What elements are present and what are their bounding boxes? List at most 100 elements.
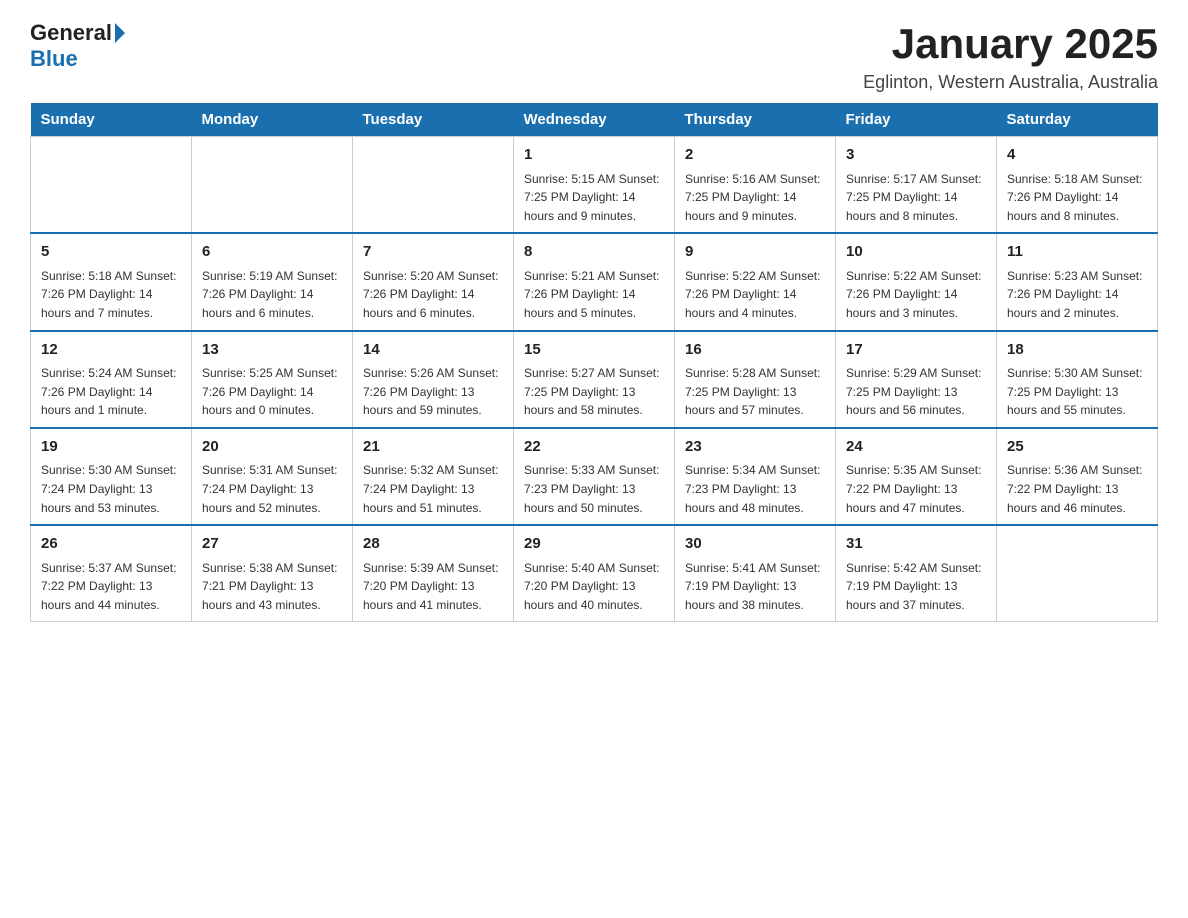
day-number: 15: [524, 339, 664, 362]
calendar-cell: 24Sunrise: 5:35 AM Sunset: 7:22 PM Dayli…: [836, 428, 997, 525]
day-info: Sunrise: 5:23 AM Sunset: 7:26 PM Dayligh…: [1007, 267, 1147, 323]
calendar-cell: [192, 137, 353, 234]
header-friday: Friday: [836, 103, 997, 137]
header-tuesday: Tuesday: [353, 103, 514, 137]
day-number: 16: [685, 339, 825, 362]
title-area: January 2025 Eglinton, Western Australia…: [863, 20, 1158, 93]
logo-text: General: [30, 20, 128, 46]
calendar-cell: [997, 525, 1158, 622]
day-number: 29: [524, 533, 664, 556]
day-number: 2: [685, 144, 825, 167]
calendar-cell: 5 Sunrise: 5:18 AM Sunset: 7:26 PM Daylig…: [31, 233, 192, 330]
calendar-header-row: SundayMondayTuesdayWednesdayThursdayFrid…: [31, 103, 1158, 137]
day-number: 20: [202, 436, 342, 459]
calendar-week-row: 1 Sunrise: 5:15 AM Sunset: 7:25 PM Daylig…: [31, 137, 1158, 234]
calendar-cell: 19Sunrise: 5:30 AM Sunset: 7:24 PM Dayli…: [31, 428, 192, 525]
logo: General Blue: [30, 20, 128, 72]
day-info: Sunrise: 5:29 AM Sunset: 7:25 PM Dayligh…: [846, 364, 986, 420]
day-info: Sunrise: 5:21 AM Sunset: 7:26 PM Dayligh…: [524, 267, 664, 323]
day-info: Sunrise: 5:36 AM Sunset: 7:22 PM Dayligh…: [1007, 461, 1147, 517]
calendar-cell: 20Sunrise: 5:31 AM Sunset: 7:24 PM Dayli…: [192, 428, 353, 525]
calendar-cell: 16Sunrise: 5:28 AM Sunset: 7:25 PM Dayli…: [675, 331, 836, 428]
day-info: Sunrise: 5:16 AM Sunset: 7:25 PM Dayligh…: [685, 170, 825, 226]
day-info: Sunrise: 5:37 AM Sunset: 7:22 PM Dayligh…: [41, 559, 181, 615]
day-number: 17: [846, 339, 986, 362]
day-number: 27: [202, 533, 342, 556]
day-number: 13: [202, 339, 342, 362]
day-info: Sunrise: 5:34 AM Sunset: 7:23 PM Dayligh…: [685, 461, 825, 517]
calendar-cell: 2 Sunrise: 5:16 AM Sunset: 7:25 PM Daylig…: [675, 137, 836, 234]
calendar-cell: 4 Sunrise: 5:18 AM Sunset: 7:26 PM Daylig…: [997, 137, 1158, 234]
day-number: 30: [685, 533, 825, 556]
calendar-cell: 28Sunrise: 5:39 AM Sunset: 7:20 PM Dayli…: [353, 525, 514, 622]
calendar-cell: 8 Sunrise: 5:21 AM Sunset: 7:26 PM Daylig…: [514, 233, 675, 330]
day-info: Sunrise: 5:27 AM Sunset: 7:25 PM Dayligh…: [524, 364, 664, 420]
page-header: General Blue January 2025 Eglinton, West…: [30, 20, 1158, 93]
location-text: Eglinton, Western Australia, Australia: [863, 72, 1158, 93]
day-number: 18: [1007, 339, 1147, 362]
day-number: 3: [846, 144, 986, 167]
calendar-cell: 7Sunrise: 5:20 AM Sunset: 7:26 PM Daylig…: [353, 233, 514, 330]
day-number: 5: [41, 241, 181, 264]
day-info: Sunrise: 5:31 AM Sunset: 7:24 PM Dayligh…: [202, 461, 342, 517]
day-info: Sunrise: 5:19 AM Sunset: 7:26 PM Dayligh…: [202, 267, 342, 323]
day-info: Sunrise: 5:17 AM Sunset: 7:25 PM Dayligh…: [846, 170, 986, 226]
day-number: 14: [363, 339, 503, 362]
day-info: Sunrise: 5:30 AM Sunset: 7:24 PM Dayligh…: [41, 461, 181, 517]
day-number: 25: [1007, 436, 1147, 459]
logo-general: General: [30, 20, 112, 46]
day-number: 8: [524, 241, 664, 264]
day-info: Sunrise: 5:42 AM Sunset: 7:19 PM Dayligh…: [846, 559, 986, 615]
calendar-cell: 30 Sunrise: 5:41 AM Sunset: 7:19 PM Dayli…: [675, 525, 836, 622]
calendar-cell: 29 Sunrise: 5:40 AM Sunset: 7:20 PM Dayli…: [514, 525, 675, 622]
day-number: 10: [846, 241, 986, 264]
day-number: 22: [524, 436, 664, 459]
calendar-cell: 3 Sunrise: 5:17 AM Sunset: 7:25 PM Daylig…: [836, 137, 997, 234]
day-info: Sunrise: 5:18 AM Sunset: 7:26 PM Dayligh…: [1007, 170, 1147, 226]
day-number: 26: [41, 533, 181, 556]
header-sunday: Sunday: [31, 103, 192, 137]
day-info: Sunrise: 5:41 AM Sunset: 7:19 PM Dayligh…: [685, 559, 825, 615]
calendar-cell: 10Sunrise: 5:22 AM Sunset: 7:26 PM Dayli…: [836, 233, 997, 330]
day-info: Sunrise: 5:33 AM Sunset: 7:23 PM Dayligh…: [524, 461, 664, 517]
calendar-cell: 11 Sunrise: 5:23 AM Sunset: 7:26 PM Dayli…: [997, 233, 1158, 330]
day-number: 7: [363, 241, 503, 264]
day-number: 19: [41, 436, 181, 459]
day-info: Sunrise: 5:40 AM Sunset: 7:20 PM Dayligh…: [524, 559, 664, 615]
calendar-table: SundayMondayTuesdayWednesdayThursdayFrid…: [30, 103, 1158, 622]
calendar-cell: 6Sunrise: 5:19 AM Sunset: 7:26 PM Daylig…: [192, 233, 353, 330]
calendar-cell: 15Sunrise: 5:27 AM Sunset: 7:25 PM Dayli…: [514, 331, 675, 428]
calendar-week-row: 5 Sunrise: 5:18 AM Sunset: 7:26 PM Daylig…: [31, 233, 1158, 330]
calendar-cell: 17Sunrise: 5:29 AM Sunset: 7:25 PM Dayli…: [836, 331, 997, 428]
calendar-cell: 26 Sunrise: 5:37 AM Sunset: 7:22 PM Dayli…: [31, 525, 192, 622]
header-saturday: Saturday: [997, 103, 1158, 137]
day-number: 1: [524, 144, 664, 167]
day-info: Sunrise: 5:28 AM Sunset: 7:25 PM Dayligh…: [685, 364, 825, 420]
header-wednesday: Wednesday: [514, 103, 675, 137]
day-info: Sunrise: 5:32 AM Sunset: 7:24 PM Dayligh…: [363, 461, 503, 517]
calendar-cell: 21Sunrise: 5:32 AM Sunset: 7:24 PM Dayli…: [353, 428, 514, 525]
calendar-cell: 14Sunrise: 5:26 AM Sunset: 7:26 PM Dayli…: [353, 331, 514, 428]
calendar-week-row: 12Sunrise: 5:24 AM Sunset: 7:26 PM Dayli…: [31, 331, 1158, 428]
header-thursday: Thursday: [675, 103, 836, 137]
logo-blue: Blue: [30, 46, 78, 72]
calendar-cell: 12Sunrise: 5:24 AM Sunset: 7:26 PM Dayli…: [31, 331, 192, 428]
day-number: 11: [1007, 241, 1147, 264]
day-info: Sunrise: 5:24 AM Sunset: 7:26 PM Dayligh…: [41, 364, 181, 420]
day-number: 4: [1007, 144, 1147, 167]
day-number: 28: [363, 533, 503, 556]
day-number: 12: [41, 339, 181, 362]
month-title: January 2025: [863, 20, 1158, 68]
calendar-cell: 18Sunrise: 5:30 AM Sunset: 7:25 PM Dayli…: [997, 331, 1158, 428]
day-number: 31: [846, 533, 986, 556]
day-info: Sunrise: 5:15 AM Sunset: 7:25 PM Dayligh…: [524, 170, 664, 226]
day-info: Sunrise: 5:38 AM Sunset: 7:21 PM Dayligh…: [202, 559, 342, 615]
day-info: Sunrise: 5:18 AM Sunset: 7:26 PM Dayligh…: [41, 267, 181, 323]
header-monday: Monday: [192, 103, 353, 137]
calendar-cell: 31 Sunrise: 5:42 AM Sunset: 7:19 PM Dayli…: [836, 525, 997, 622]
day-number: 23: [685, 436, 825, 459]
day-info: Sunrise: 5:30 AM Sunset: 7:25 PM Dayligh…: [1007, 364, 1147, 420]
calendar-cell: 9Sunrise: 5:22 AM Sunset: 7:26 PM Daylig…: [675, 233, 836, 330]
calendar-week-row: 19Sunrise: 5:30 AM Sunset: 7:24 PM Dayli…: [31, 428, 1158, 525]
day-info: Sunrise: 5:35 AM Sunset: 7:22 PM Dayligh…: [846, 461, 986, 517]
